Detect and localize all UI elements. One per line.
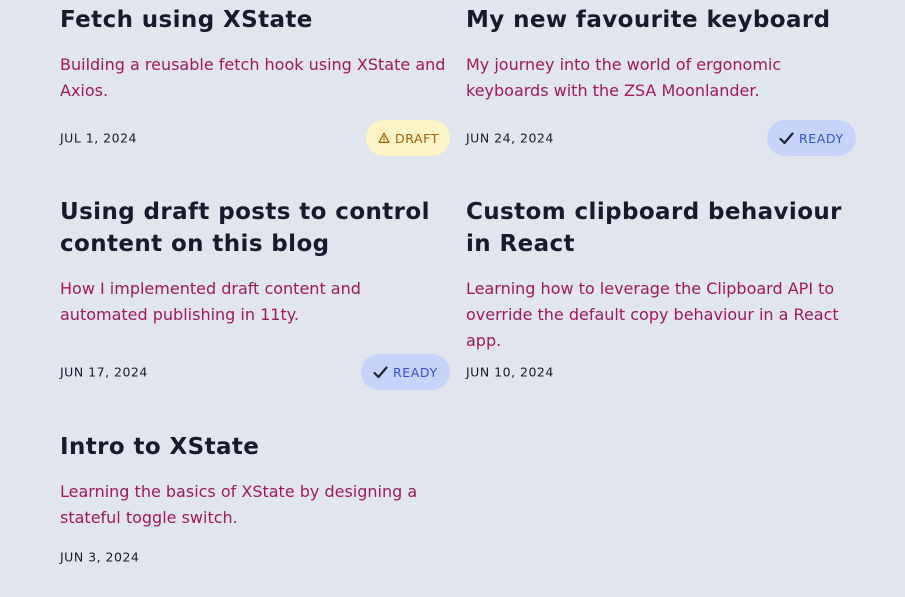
post-title[interactable]: Intro to XState [60, 431, 450, 463]
post-card[interactable]: Intro to XState Learning the basics of X… [60, 431, 450, 581]
post-meta: JUN 24, 2024 READY [466, 120, 856, 156]
post-description: My journey into the world of ergonomic k… [466, 55, 782, 100]
status-badge-label: READY [799, 130, 844, 146]
checkmark-icon [779, 131, 794, 145]
post-title-link[interactable]: Custom clipboard behaviour in React [466, 199, 842, 257]
post-title[interactable]: Using draft posts to control content on … [60, 196, 450, 260]
status-badge-label: DRAFT [395, 130, 439, 146]
post-description: Learning how to leverage the Clipboard A… [466, 279, 839, 350]
post-meta: JUN 3, 2024 [60, 547, 450, 567]
post-title-link[interactable]: Intro to XState [60, 434, 259, 460]
post-grid: Fetch using XState Building a reusable f… [0, 0, 905, 597]
status-badge: DRAFT [366, 120, 450, 156]
post-description: How I implemented draft content and auto… [60, 279, 361, 324]
post-date: JUL 1, 2024 [60, 130, 137, 146]
checkmark-icon [373, 365, 388, 379]
status-badge: READY [361, 354, 450, 390]
post-card[interactable]: Fetch using XState Building a reusable f… [60, 4, 450, 164]
post-meta: JUN 10, 2024 [466, 362, 856, 382]
status-badge: READY [767, 120, 856, 156]
post-description: Building a reusable fetch hook using XSt… [60, 55, 446, 100]
post-title-link[interactable]: Fetch using XState [60, 7, 313, 33]
post-card[interactable]: Using draft posts to control content on … [60, 196, 450, 396]
post-date: JUN 3, 2024 [60, 549, 140, 565]
post-title[interactable]: Custom clipboard behaviour in React [466, 196, 856, 260]
post-title[interactable]: My new favourite keyboard [466, 4, 856, 36]
status-badge-label: READY [393, 364, 438, 380]
post-description: Learning the basics of XState by designi… [60, 482, 418, 527]
post-date: JUN 10, 2024 [466, 364, 554, 380]
post-title-link[interactable]: Using draft posts to control content on … [60, 199, 430, 257]
post-date: JUN 24, 2024 [466, 130, 554, 146]
post-card[interactable]: My new favourite keyboard My journey int… [466, 4, 856, 164]
warning-icon [378, 132, 390, 144]
post-card[interactable]: Custom clipboard behaviour in React Lear… [466, 196, 856, 396]
post-title[interactable]: Fetch using XState [60, 4, 450, 36]
post-title-link[interactable]: My new favourite keyboard [466, 7, 831, 33]
post-meta: JUN 17, 2024 READY [60, 354, 450, 390]
post-date: JUN 17, 2024 [60, 364, 148, 380]
post-meta: JUL 1, 2024 DRAFT [60, 120, 450, 156]
